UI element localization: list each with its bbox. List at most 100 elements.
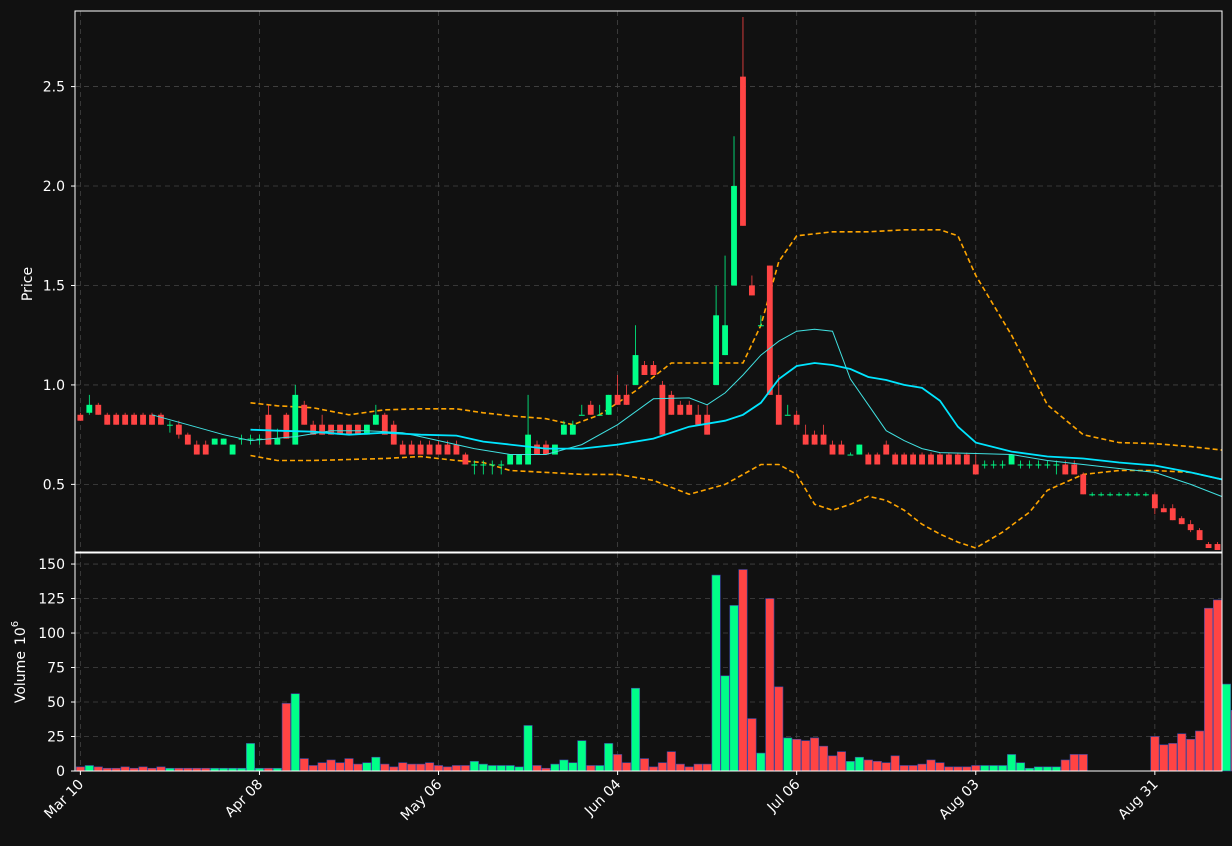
volume-bar — [846, 761, 854, 771]
volume-bar — [85, 765, 93, 771]
candle-body — [659, 385, 665, 435]
chart-svg: 0.51.01.52.02.50255075100125150Mar 10Apr… — [0, 0, 1232, 842]
volume-bar — [1052, 767, 1060, 771]
candle-body — [767, 266, 773, 395]
candle-body — [507, 455, 513, 465]
candle-body — [1125, 494, 1131, 495]
volume-bar — [622, 763, 630, 771]
candle-body — [803, 435, 809, 445]
candle-body — [471, 464, 477, 465]
candle-body — [498, 464, 504, 465]
candle-body — [418, 445, 424, 455]
price-tick-label: 1.5 — [43, 278, 65, 294]
candle-body — [462, 455, 468, 465]
candle-body — [212, 439, 218, 445]
candle-body — [400, 445, 406, 455]
candle-body — [489, 464, 495, 465]
candle-body — [274, 439, 280, 445]
volume-bar — [488, 765, 496, 771]
candle-body — [973, 464, 979, 474]
volume-bar — [309, 765, 317, 771]
volume-bar — [515, 767, 523, 771]
candle-body — [1134, 494, 1140, 495]
volume-bar — [766, 599, 774, 771]
volume-bar — [927, 760, 935, 771]
volume-bar — [1061, 760, 1069, 771]
candle-body — [830, 445, 836, 455]
candle-body — [131, 415, 137, 425]
volume-bar — [587, 765, 595, 771]
candle-body — [1197, 530, 1203, 540]
candle-body — [982, 464, 988, 465]
volume-bar — [613, 754, 621, 771]
candle-body — [445, 445, 451, 455]
candle-body — [615, 395, 621, 405]
volume-bar — [855, 757, 863, 771]
volume-bar — [399, 763, 407, 771]
volume-axis-label: Volume106 — [10, 621, 29, 703]
volume-bar — [434, 765, 442, 771]
volume-bar — [882, 763, 890, 771]
volume-bar — [936, 763, 944, 771]
candle-body — [1161, 508, 1167, 512]
candle-body — [588, 405, 594, 415]
volume-bar — [873, 761, 881, 771]
volume-bar — [336, 763, 344, 771]
candle-body — [1089, 494, 1095, 495]
candle-body — [516, 455, 522, 465]
chart-background — [0, 0, 1232, 842]
volume-bar — [139, 767, 147, 771]
volume-bar — [1204, 608, 1212, 771]
volume-bar — [354, 764, 362, 771]
candle-body — [1170, 508, 1176, 520]
candle-body — [176, 425, 182, 435]
volume-bar — [784, 738, 792, 771]
candle-body — [749, 285, 755, 295]
candle-body — [1053, 464, 1059, 465]
candle-body — [731, 186, 737, 285]
volume-bar — [506, 765, 514, 771]
candle-body — [194, 445, 200, 455]
candle-body — [346, 425, 352, 435]
candle-body — [480, 464, 486, 465]
volume-bar — [1222, 684, 1230, 771]
candle-body — [104, 415, 110, 425]
volume-bar — [569, 763, 577, 771]
candle-body — [543, 445, 549, 455]
volume-bar — [972, 765, 980, 771]
candle-body — [122, 415, 128, 425]
candle-body — [1036, 464, 1042, 465]
candle-body — [77, 415, 83, 421]
candle-body — [883, 445, 889, 455]
volume-bar — [425, 763, 433, 771]
candle-body — [677, 405, 683, 415]
candle-body — [230, 445, 236, 455]
volume-bar — [694, 764, 702, 771]
volume-bar — [712, 575, 720, 771]
volume-bar — [461, 765, 469, 771]
price-axis-label: Price — [20, 267, 36, 301]
volume-bar — [524, 725, 532, 771]
candle-body — [1000, 464, 1006, 465]
volume-tick-label: 150 — [38, 557, 65, 573]
volume-tick-label: 100 — [38, 626, 65, 642]
price-tick-label: 2.0 — [43, 179, 65, 195]
candle-body — [910, 455, 916, 465]
candle-body — [928, 455, 934, 465]
candle-body — [785, 415, 791, 416]
volume-bar — [76, 767, 84, 771]
candle-body — [686, 405, 692, 415]
volume-bar — [685, 767, 693, 771]
volume-bar — [640, 759, 648, 771]
candle-body — [839, 445, 845, 455]
volume-tick-label: 125 — [38, 592, 65, 608]
volume-bar — [470, 761, 478, 771]
candle-body — [794, 415, 800, 425]
candle-body — [624, 395, 630, 405]
volume-bar — [381, 764, 389, 771]
candle-body — [1116, 494, 1122, 495]
volume-bar — [1195, 731, 1203, 771]
volume-bar — [1151, 737, 1159, 771]
candle-body — [606, 395, 612, 415]
candle-body — [1206, 544, 1212, 548]
